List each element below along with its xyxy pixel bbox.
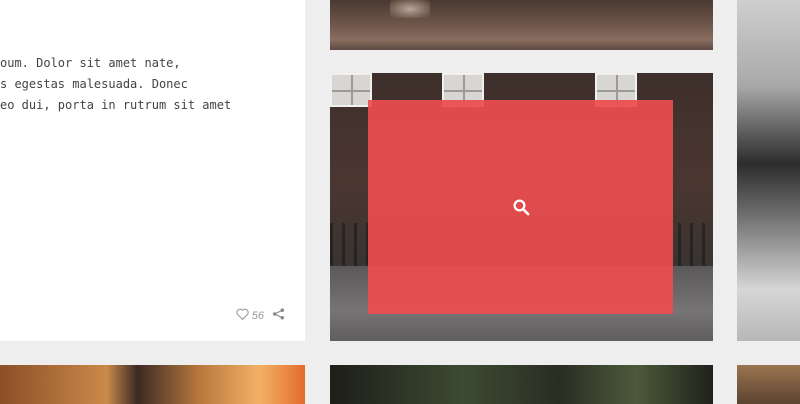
heart-outline-icon [236, 308, 249, 323]
like-button[interactable]: 56 [236, 308, 264, 323]
gallery-image-bottom-left[interactable] [0, 365, 305, 404]
search-icon[interactable] [512, 198, 530, 216]
post-card: oum. Dolor sit amet nate, s egestas male… [0, 0, 305, 341]
gallery-image-right[interactable] [737, 0, 800, 341]
gallery-image-bottom-right[interactable] [737, 365, 800, 404]
gallery-image-bottom-middle[interactable] [330, 365, 713, 404]
excerpt-line: s egestas malesuada. Donec [0, 77, 188, 91]
gallery-image-top[interactable] [330, 0, 713, 50]
image-hover-overlay[interactable] [368, 100, 673, 314]
share-icon [272, 308, 285, 323]
like-count: 56 [251, 309, 264, 322]
share-button[interactable] [272, 308, 285, 323]
building-window [330, 73, 372, 107]
post-meta: 56 [236, 308, 285, 323]
excerpt-line: eo dui, porta in rutrum sit amet [0, 98, 232, 112]
post-excerpt: oum. Dolor sit amet nate, s egestas male… [0, 53, 300, 116]
excerpt-line: oum. Dolor sit amet nate, [0, 56, 181, 70]
